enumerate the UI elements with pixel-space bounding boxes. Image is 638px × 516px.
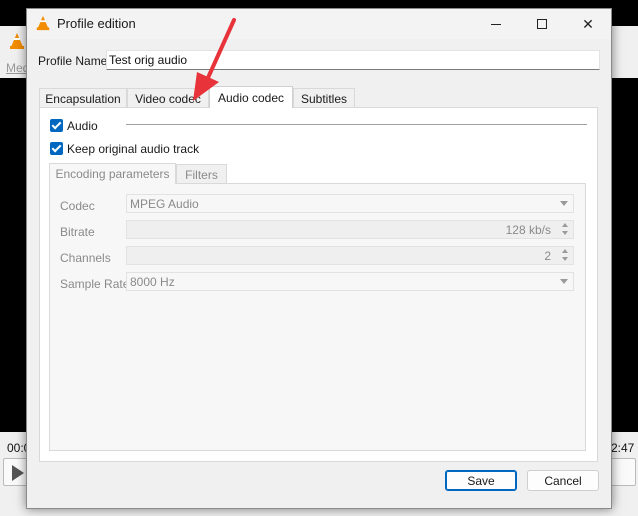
channels-spinbox[interactable]: 2 <box>126 246 574 265</box>
bitrate-label: Bitrate <box>60 225 95 239</box>
tab-audio-codec[interactable]: Audio codec <box>209 86 293 108</box>
keep-original-audio-checkbox[interactable] <box>50 142 63 155</box>
tab-subtitles[interactable]: Subtitles <box>293 88 355 108</box>
profile-edition-dialog: Profile edition ✕ Profile Name Encapsula… <box>26 8 612 509</box>
close-button[interactable]: ✕ <box>565 9 611 39</box>
sample-rate-select[interactable]: 8000 Hz <box>126 272 574 291</box>
group-divider <box>126 124 587 125</box>
sample-rate-value: 8000 Hz <box>130 275 175 289</box>
tab-video-codec[interactable]: Video codec <box>127 88 209 108</box>
codec-select[interactable]: MPEG Audio <box>126 194 574 213</box>
total-time: 2:47 <box>611 441 635 455</box>
window-title: Profile edition <box>57 16 136 31</box>
audio-checkbox-label: Audio <box>67 119 98 133</box>
subtab-filters[interactable]: Filters <box>176 164 227 184</box>
codec-value: MPEG Audio <box>130 197 199 211</box>
minimize-button[interactable] <box>473 9 519 39</box>
cancel-button[interactable]: Cancel <box>527 470 599 491</box>
chevron-down-icon <box>560 201 568 206</box>
sample-rate-label: Sample Rate <box>60 277 130 291</box>
chevron-down-icon <box>560 279 568 284</box>
spin-arrows-icon[interactable] <box>560 248 571 263</box>
save-button[interactable]: Save <box>445 470 517 491</box>
bitrate-value: 128 kb/s <box>505 223 551 237</box>
subtab-encoding-parameters[interactable]: Encoding parameters <box>49 163 176 184</box>
close-icon: ✕ <box>582 15 594 32</box>
bitrate-spinbox[interactable]: 128 kb/s <box>126 220 574 239</box>
channels-label: Channels <box>60 251 111 265</box>
spin-arrows-icon[interactable] <box>560 222 571 237</box>
audio-checkbox[interactable] <box>50 119 63 132</box>
keep-original-audio-label: Keep original audio track <box>67 142 200 156</box>
volume-button[interactable] <box>610 458 636 486</box>
channels-value: 2 <box>544 249 551 263</box>
profile-name-input[interactable] <box>106 50 600 70</box>
vlc-cone-icon <box>10 33 24 49</box>
codec-label: Codec <box>60 199 95 213</box>
vlc-cone-icon <box>36 15 50 31</box>
maximize-icon <box>537 19 547 29</box>
minimize-icon <box>491 23 501 25</box>
title-bar: Profile edition ✕ <box>27 9 611 39</box>
tab-encapsulation[interactable]: Encapsulation <box>39 88 127 108</box>
maximize-button[interactable] <box>519 9 565 39</box>
profile-name-label: Profile Name <box>38 54 108 68</box>
